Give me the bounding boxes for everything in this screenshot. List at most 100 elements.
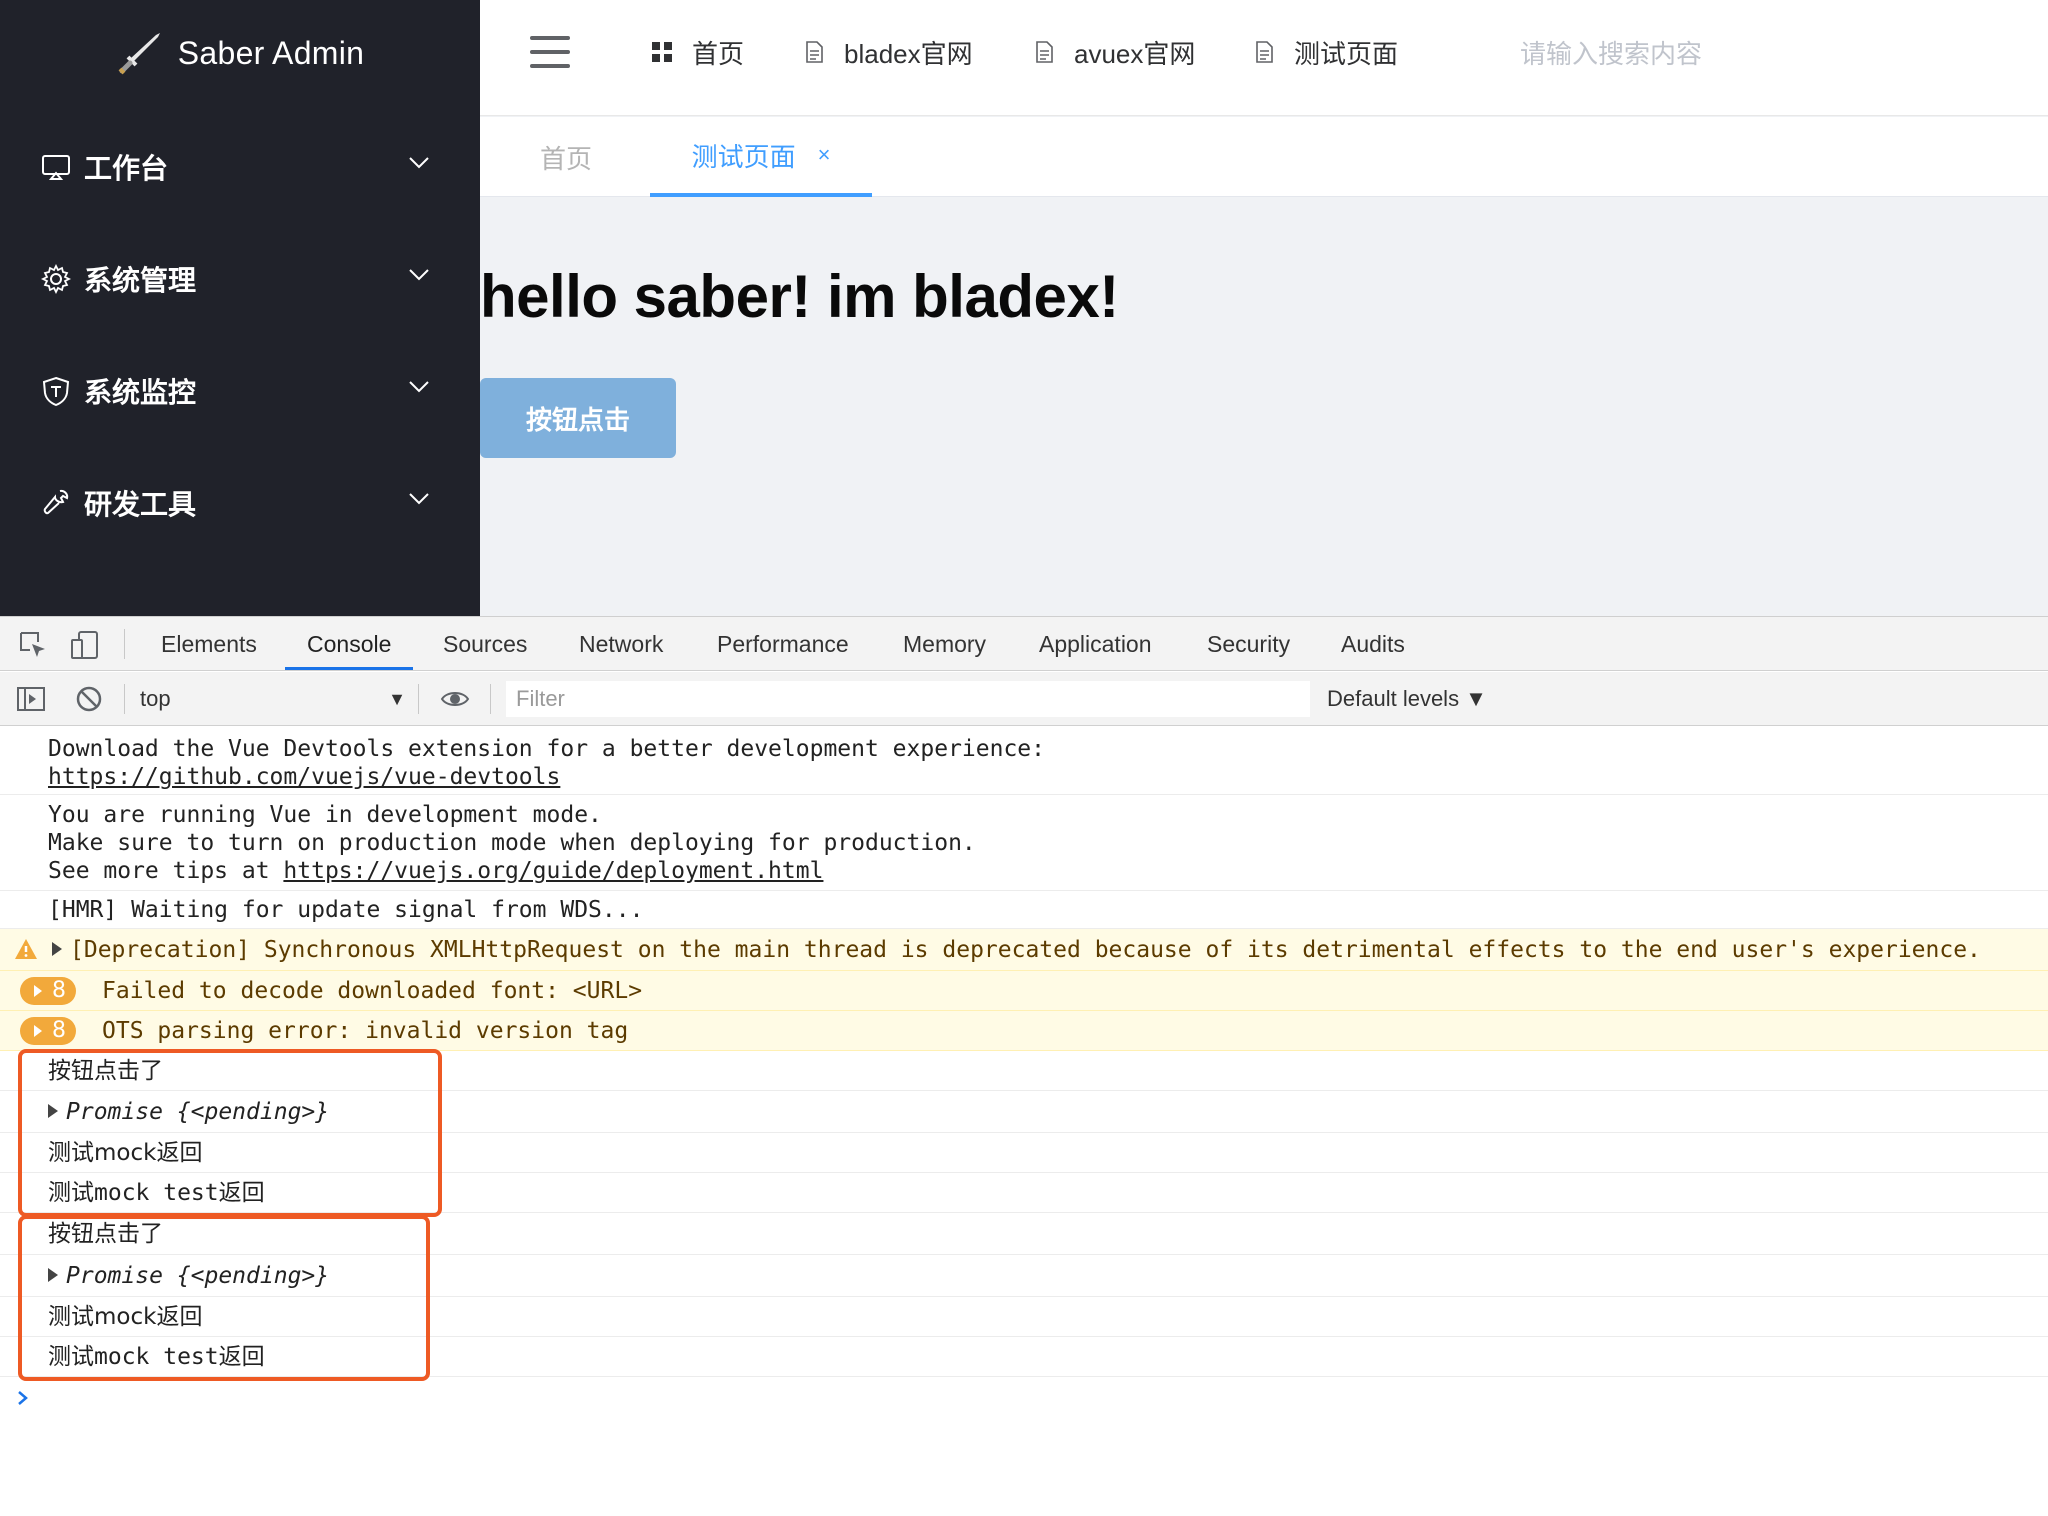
devtools-tab-elements[interactable]: Elements (161, 617, 257, 670)
monitor-icon (42, 155, 70, 180)
inspect-element-icon[interactable] (18, 630, 48, 660)
chevron-down-icon (409, 493, 429, 505)
tag-label: 测试页面 (691, 141, 796, 172)
logo-text: Saber Admin (177, 34, 365, 71)
console-message: Download the Vue Devtools extension for … (0, 727, 2048, 795)
console-text: Promise {<pending>} (48, 1262, 329, 1290)
eye-icon[interactable] (440, 684, 470, 714)
click-button[interactable]: 按钮点击 (480, 378, 676, 458)
console-text: Failed to decode downloaded font: <URL> (102, 978, 643, 1004)
console-output: Download the Vue Devtools extension for … (0, 727, 2048, 1516)
clear-console-icon[interactable] (74, 684, 104, 714)
tag-test-page[interactable]: 测试页面 × (650, 117, 872, 197)
devtools-tab-application[interactable]: Application (1039, 617, 1152, 670)
console-message: 测试mock test返回 (0, 1173, 2048, 1213)
console-toolbar: top ▼ Default levels ▼ (0, 672, 2048, 726)
device-toggle-icon[interactable] (70, 630, 100, 660)
sidebar-item-workbench[interactable]: 工作台 (0, 112, 480, 222)
chevron-down-icon (409, 381, 429, 393)
gear-icon (40, 263, 72, 295)
tag-home[interactable]: 首页 (500, 117, 632, 197)
sidebar-item-dev-tools[interactable]: 研发工具 (0, 448, 480, 558)
logo[interactable]: Saber Admin (0, 0, 480, 106)
vue-devtools-link[interactable]: https://github.com/vuejs/vue-devtools (48, 764, 560, 790)
console-promise-row[interactable]: Promise {<pending>} (0, 1255, 2048, 1297)
sidebar-item-system-monitor[interactable]: 系统监控 (0, 336, 480, 446)
document-icon (806, 41, 823, 63)
wrench-icon (43, 489, 69, 515)
sidebar-item-system-management[interactable]: 系统管理 (0, 224, 480, 334)
console-warning[interactable]: 8 Failed to decode downloaded font: <URL… (0, 971, 2048, 1011)
top-bar: 首页 bladex官网 avuex官网 测试页面 (480, 0, 2048, 116)
close-icon[interactable]: × (818, 142, 831, 168)
console-message: 测试mock test返回 (0, 1337, 2048, 1377)
devtools-tab-performance[interactable]: Performance (717, 617, 849, 670)
devtools-tab-sources[interactable]: Sources (443, 617, 527, 670)
devtools-tab-bar: Elements Console Sources Network Perform… (0, 617, 2048, 671)
sidebar-item-label: 系统监控 (84, 377, 197, 408)
document-icon (1256, 41, 1273, 63)
grid-icon (652, 42, 672, 62)
devtools-tab-audits[interactable]: Audits (1341, 617, 1405, 670)
console-text: 测试mock test返回 (48, 1344, 265, 1370)
chevron-down-icon (409, 269, 429, 281)
tag-label: 首页 (539, 143, 592, 174)
filter-input[interactable] (506, 681, 1310, 717)
top-nav-home[interactable]: 首页 (650, 30, 744, 74)
context-select[interactable]: top ▼ (140, 682, 410, 716)
top-nav-label: 测试页面 (1294, 38, 1399, 69)
sidebar-toggle-icon[interactable] (16, 684, 46, 714)
chevron-down-icon (409, 157, 429, 169)
warning-icon (15, 939, 37, 959)
console-text: 测试mock test返回 (48, 1180, 265, 1206)
console-message: 按钮点击了 (0, 1051, 2048, 1091)
repeat-count-badge: 8 (20, 977, 76, 1005)
console-text: 测试mock返回 (48, 1140, 203, 1166)
sidebar-item-label: 工作台 (84, 153, 169, 184)
top-nav-test-page[interactable]: 测试页面 (1252, 30, 1398, 74)
top-nav-avuex[interactable]: avuex官网 (1032, 30, 1195, 74)
top-nav-bladex[interactable]: bladex官网 (802, 30, 973, 74)
devtools-tab-security[interactable]: Security (1207, 617, 1290, 670)
menu-toggle-icon[interactable] (530, 36, 572, 68)
sidebar-item-label: 研发工具 (84, 489, 197, 520)
console-text: OTS parsing error: invalid version tag (102, 1018, 629, 1044)
devtools-tab-memory[interactable]: Memory (903, 617, 986, 670)
console-warning[interactable]: [Deprecation] Synchronous XMLHttpRequest… (0, 929, 2048, 971)
levels-select[interactable]: Default levels ▼ (1327, 682, 1487, 716)
sword-icon (118, 33, 160, 75)
page-heading: hello saber! im bladex! (480, 263, 1119, 330)
context-value: top (140, 686, 171, 711)
search-input[interactable] (1520, 30, 1880, 78)
shield-icon (42, 376, 70, 407)
console-text: 按钮点击了 (48, 1058, 163, 1084)
console-warning[interactable]: 8 OTS parsing error: invalid version tag (0, 1011, 2048, 1051)
console-prompt-icon[interactable] (14, 1389, 32, 1407)
console-text: Promise {<pending>} (48, 1098, 329, 1126)
console-text: 测试mock返回 (48, 1304, 203, 1330)
console-promise-row[interactable]: Promise {<pending>} (0, 1091, 2048, 1133)
console-text: Download the Vue Devtools extension for … (48, 736, 1045, 790)
console-text: You are running Vue in development mode.… (48, 802, 976, 884)
devtools-tab-console[interactable]: Console (285, 617, 414, 670)
repeat-count-badge: 8 (20, 1017, 76, 1045)
top-nav-label: 首页 (692, 38, 745, 69)
console-message: 测试mock返回 (0, 1133, 2048, 1173)
top-nav-label: avuex官网 (1074, 38, 1196, 69)
console-message: You are running Vue in development mode.… (0, 795, 2048, 891)
devtools-panel: Elements Console Sources Network Perform… (0, 616, 2048, 1516)
console-message: [HMR] Waiting for update signal from WDS… (0, 891, 2048, 929)
console-message: 测试mock返回 (0, 1297, 2048, 1337)
deployment-guide-link[interactable]: https://vuejs.org/guide/deployment.html (283, 858, 823, 884)
sidebar-item-label: 系统管理 (84, 265, 197, 296)
console-text: 按钮点击了 (48, 1221, 163, 1247)
console-text: [Deprecation] Synchronous XMLHttpRequest… (52, 936, 1981, 964)
tags-bar: 首页 测试页面 × (480, 117, 2048, 197)
caret-down-icon: ▼ (388, 689, 406, 709)
app-window: Saber Admin 工作台 系统管理 系统监控 研发工具 首页 bladex… (0, 0, 2048, 616)
sidebar: Saber Admin 工作台 系统管理 系统监控 研发工具 (0, 0, 480, 616)
devtools-tab-network[interactable]: Network (579, 617, 663, 670)
console-message: 按钮点击了 (0, 1213, 2048, 1255)
document-icon (1036, 41, 1053, 63)
top-nav-label: bladex官网 (844, 38, 973, 69)
